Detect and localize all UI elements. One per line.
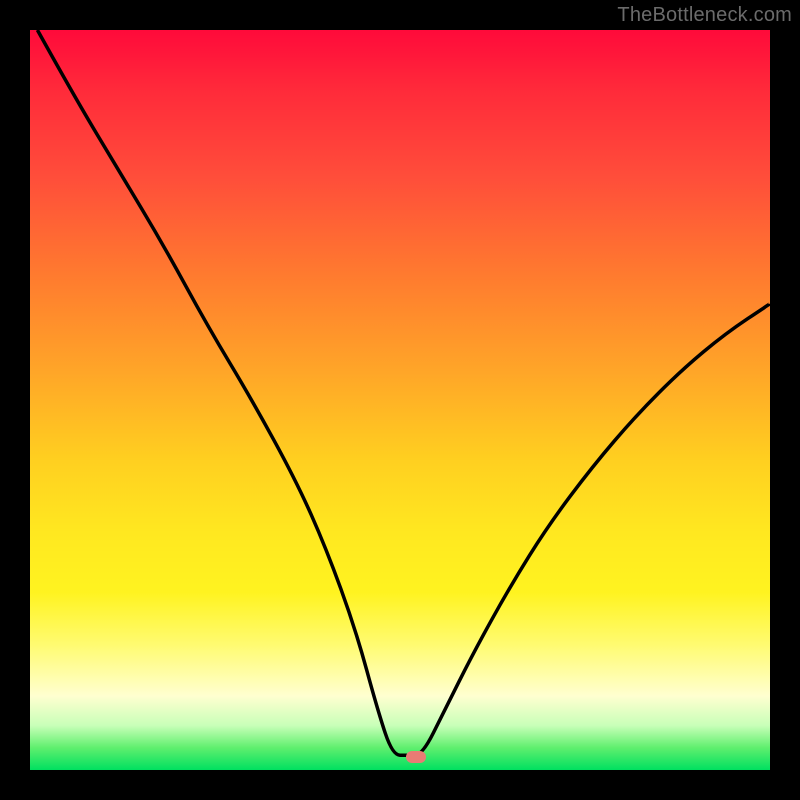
curve-path xyxy=(37,30,770,755)
chart-frame: TheBottleneck.com xyxy=(0,0,800,800)
plot-area xyxy=(30,30,770,770)
bottleneck-curve xyxy=(30,30,770,770)
watermark-text: TheBottleneck.com xyxy=(617,4,792,27)
optimum-marker xyxy=(406,751,426,763)
